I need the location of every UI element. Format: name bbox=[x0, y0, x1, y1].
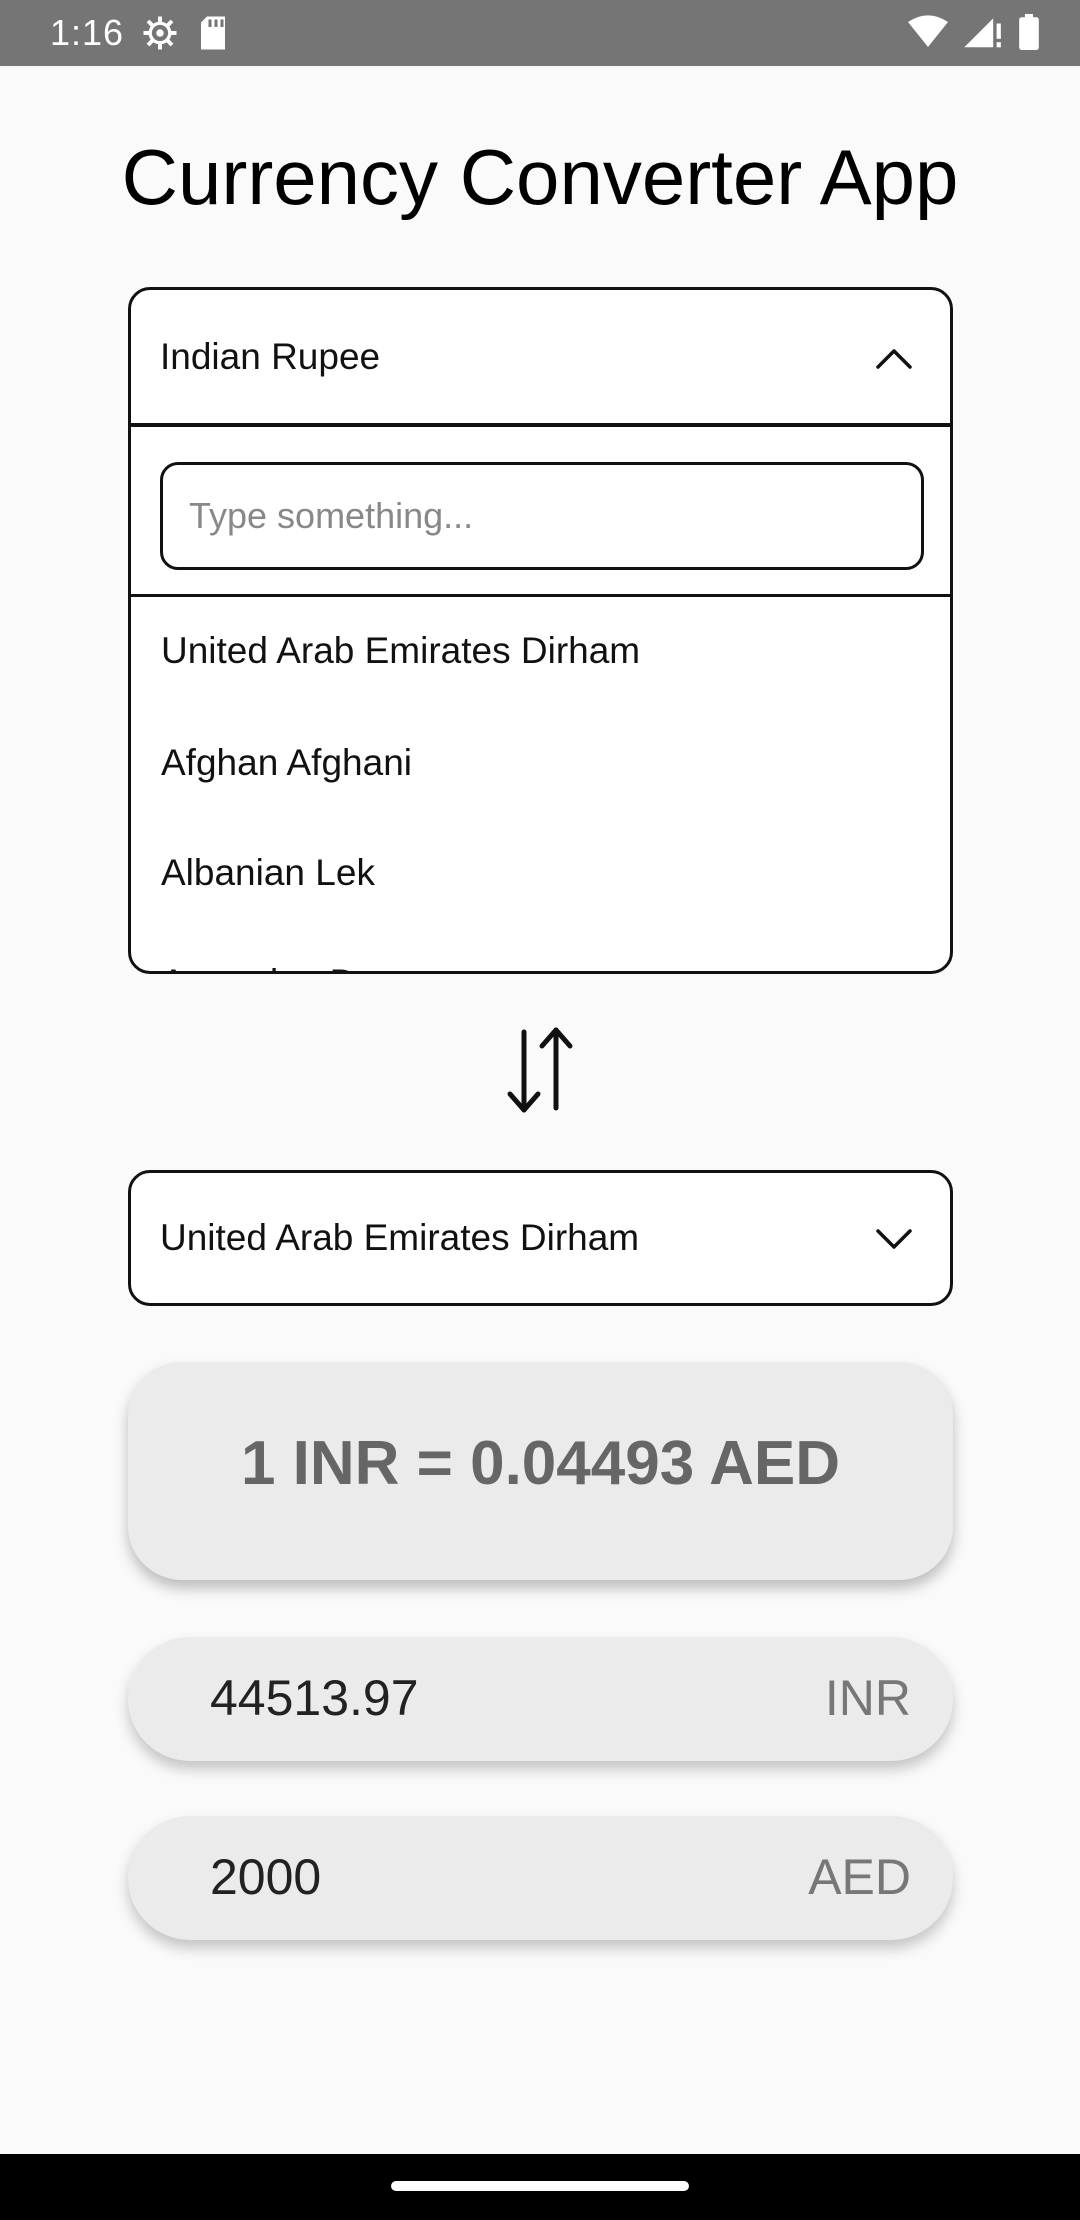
status-left-icons bbox=[142, 15, 228, 56]
to-amount-value[interactable]: 2000 bbox=[210, 1848, 321, 1906]
list-item[interactable]: Armenian Dram bbox=[131, 928, 950, 971]
currency-search-input[interactable] bbox=[160, 462, 924, 570]
status-bar: 1:16 bbox=[0, 0, 1080, 66]
currency-option-list[interactable]: United Arab Emirates Dirham Afghan Afgha… bbox=[131, 600, 950, 971]
from-currency-dropdown: Indian Rupee United Arab Emirates Dirham… bbox=[128, 287, 953, 974]
page-title: Currency Converter App bbox=[121, 133, 959, 221]
battery-icon bbox=[1018, 14, 1040, 55]
exchange-rate-text: 1 INR = 0.04493 AED bbox=[240, 1429, 841, 1498]
swap-vertical-icon bbox=[500, 1027, 580, 1124]
to-amount-unit: AED bbox=[808, 1849, 911, 1905]
home-indicator[interactable] bbox=[391, 2181, 689, 2191]
to-amount-field[interactable]: 2000 AED bbox=[128, 1816, 953, 1940]
status-time: 1:16 bbox=[50, 12, 125, 53]
status-right-icons bbox=[908, 14, 1040, 55]
from-amount-value[interactable]: 44513.97 bbox=[210, 1669, 419, 1727]
to-currency-dropdown[interactable]: United Arab Emirates Dirham bbox=[128, 1170, 953, 1306]
to-currency-selected: United Arab Emirates Dirham bbox=[160, 1217, 640, 1258]
chevron-up-icon[interactable] bbox=[874, 338, 914, 378]
settings-icon bbox=[142, 15, 178, 56]
list-item[interactable]: Afghan Afghani bbox=[131, 708, 950, 818]
wifi-icon bbox=[908, 15, 948, 54]
navigation-bar bbox=[0, 2154, 1080, 2220]
search-area bbox=[131, 427, 950, 597]
list-item[interactable]: United Arab Emirates Dirham bbox=[131, 600, 950, 708]
from-amount-field[interactable]: 44513.97 INR bbox=[128, 1637, 953, 1761]
swap-currencies-button[interactable] bbox=[500, 1020, 580, 1120]
from-amount-unit: INR bbox=[824, 1670, 911, 1726]
sd-card-icon bbox=[198, 15, 228, 56]
chevron-down-icon[interactable] bbox=[874, 1219, 914, 1259]
list-item[interactable]: Albanian Lek bbox=[131, 818, 950, 928]
from-currency-selected: Indian Rupee bbox=[160, 336, 381, 377]
exchange-rate-card: 1 INR = 0.04493 AED bbox=[128, 1362, 953, 1580]
from-currency-selector[interactable]: Indian Rupee bbox=[131, 290, 950, 427]
signal-icon bbox=[964, 15, 1002, 54]
